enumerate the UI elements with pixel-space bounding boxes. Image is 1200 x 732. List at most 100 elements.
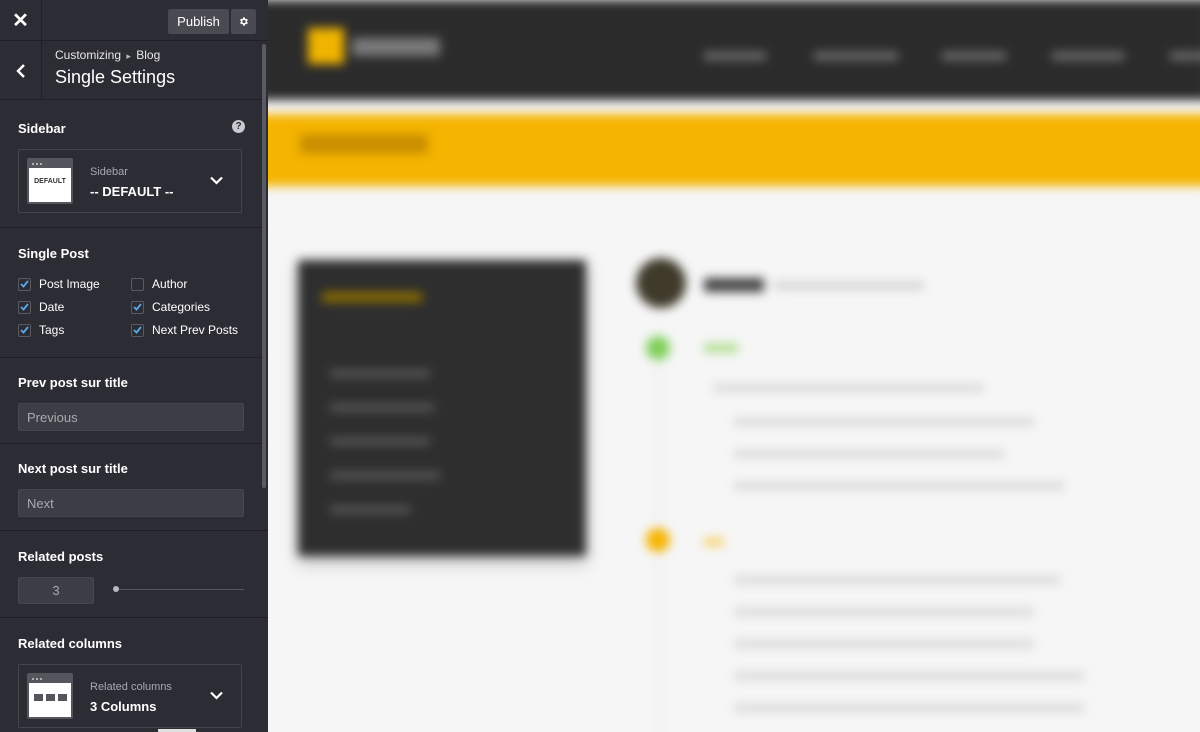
checkbox-box[interactable] (131, 323, 144, 337)
chevron-down-icon (210, 176, 223, 185)
sidebar-select-label: Sidebar (90, 166, 128, 178)
site-preview-blurred-content (268, 0, 1200, 732)
checkbox-next-prev-posts[interactable]: Next Prev Posts (131, 323, 238, 337)
customizer-topbar: ✕ Publish (0, 0, 268, 41)
panel-scrollbar[interactable] (262, 44, 266, 488)
check-icon (133, 326, 142, 334)
preview-author-avatar (636, 258, 686, 308)
breadcrumb-root: Customizing (55, 48, 122, 62)
checkbox-box[interactable] (18, 277, 31, 291)
checkbox-label: Author (152, 277, 188, 291)
publish-settings-button[interactable] (231, 9, 256, 34)
related-posts-label: Related posts (18, 549, 104, 564)
checkbox-box[interactable] (131, 300, 144, 314)
preview-text-line (734, 640, 1034, 648)
checkbox-label: Post Image (39, 277, 100, 291)
checkbox-author[interactable]: Author (131, 277, 187, 291)
next-post-title-input[interactable]: Next (18, 489, 244, 517)
related-posts-slider-handle[interactable] (113, 586, 119, 592)
related-posts-number-input[interactable]: 3 (18, 577, 94, 604)
preview-timeline-tag (704, 344, 738, 352)
preview-text-line (734, 608, 1034, 616)
preview-text-line (734, 418, 1034, 426)
preview-text-line (714, 384, 984, 392)
preview-author-name (704, 278, 764, 292)
related-columns-thumbnail (27, 673, 73, 719)
thumbnail-text: DEFAULT (34, 178, 66, 185)
preview-post-meta (774, 282, 924, 289)
back-button[interactable] (0, 41, 42, 100)
single-post-section: Single Post Post Image Author Date Categ… (0, 228, 268, 358)
preview-menu-item (1052, 52, 1124, 60)
preview-menu-item (704, 52, 766, 60)
check-icon (20, 280, 29, 288)
customizer-panel: ✕ Publish Customizing ▸ Blog Single Sett… (0, 0, 268, 732)
related-posts-section: Related posts 3 (0, 531, 268, 618)
checkbox-post-image[interactable]: Post Image (18, 277, 100, 291)
sidebar-layout-thumbnail: DEFAULT (27, 158, 73, 204)
checkbox-date[interactable]: Date (18, 300, 64, 314)
checkbox-box[interactable] (131, 277, 144, 291)
preview-timeline-dot (646, 336, 670, 360)
single-post-label: Single Post (18, 246, 89, 261)
prev-post-section: Prev post sur title Previous (0, 358, 268, 444)
chevron-down-icon (210, 691, 223, 700)
checkbox-label: Next Prev Posts (152, 323, 239, 337)
checkbox-box[interactable] (18, 323, 31, 337)
next-post-label: Next post sur title (18, 461, 128, 476)
section-header: Customizing ▸ Blog Single Settings (0, 41, 268, 100)
preview-text-line (734, 672, 1084, 680)
check-icon (20, 326, 29, 334)
check-icon (20, 303, 29, 311)
next-post-section: Next post sur title Next (0, 444, 268, 531)
checkbox-categories[interactable]: Categories (131, 300, 210, 314)
preview-text-line (734, 450, 1004, 458)
checkbox-label: Tags (39, 323, 65, 337)
related-columns-select-value: 3 Columns (90, 699, 157, 714)
preview-widget-line (330, 472, 440, 479)
chevron-left-icon (15, 63, 25, 78)
gear-icon (240, 17, 248, 26)
checkbox-tags[interactable]: Tags (18, 323, 64, 337)
checkbox-label: Categories (152, 300, 211, 314)
related-posts-slider-track[interactable] (113, 589, 244, 590)
preview-menu-item (942, 52, 1006, 60)
checkbox-box[interactable] (18, 300, 31, 314)
preview-text-line (734, 482, 1064, 490)
preview-text-line (734, 576, 1060, 584)
preview-widget-line (330, 370, 430, 377)
related-columns-select-label: Related columns (90, 681, 172, 693)
close-icon: ✕ (12, 9, 29, 32)
preview-menu-item (814, 52, 898, 60)
breadcrumb: Customizing ▸ Blog (55, 48, 160, 62)
preview-menu-item (1170, 52, 1200, 60)
preview-banner-text (300, 134, 428, 154)
sidebar-section: Sidebar ? DEFAULT Sidebar -- DEFAULT -- (0, 100, 268, 228)
check-icon (133, 303, 142, 311)
publish-button[interactable]: Publish (168, 9, 229, 34)
preview-text-line (734, 704, 1084, 712)
related-columns-label: Related columns (18, 636, 123, 651)
preview-widget-line (330, 404, 434, 411)
preview-logo-text (352, 38, 440, 56)
related-columns-section: Related columns Related columns 3 Column… (0, 618, 268, 732)
breadcrumb-separator: ▸ (126, 51, 131, 61)
close-button[interactable]: ✕ (0, 0, 42, 40)
preview-widget-line (330, 438, 430, 445)
related-columns-select[interactable]: Related columns 3 Columns (18, 664, 242, 728)
sidebar-select-value: -- DEFAULT -- (90, 184, 174, 199)
site-preview[interactable] (268, 0, 1200, 732)
page-title: Single Settings (55, 67, 176, 87)
breadcrumb-section: Blog (136, 48, 161, 62)
preview-widget-line (330, 506, 410, 513)
checkbox-label: Date (39, 300, 65, 314)
help-icon[interactable]: ? (232, 120, 245, 133)
preview-widget-title (322, 292, 422, 302)
preview-timeline-tag (704, 538, 724, 546)
sidebar-layout-select[interactable]: DEFAULT Sidebar -- DEFAULT -- (18, 149, 242, 213)
preview-timeline-dot (646, 528, 670, 552)
preview-logo-mark (308, 28, 344, 64)
prev-post-label: Prev post sur title (18, 375, 128, 390)
prev-post-title-input[interactable]: Previous (18, 403, 244, 431)
sidebar-section-label: Sidebar (18, 121, 66, 136)
